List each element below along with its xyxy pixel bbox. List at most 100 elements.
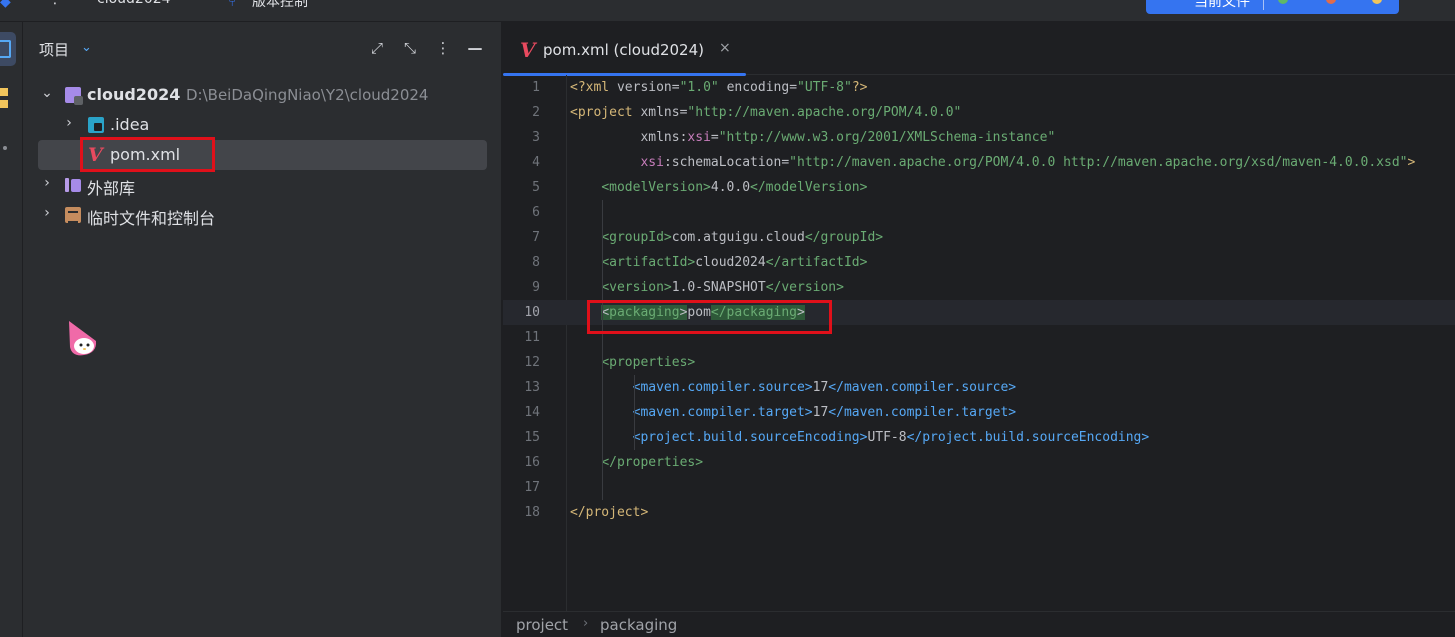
code-token: <maven.compiler.target> <box>632 405 813 420</box>
tree-item-idea[interactable]: › .idea <box>23 110 502 140</box>
code-line[interactable]: 8 <artifactId>cloud2024</artifactId> <box>503 250 1455 275</box>
tab-pom-xml[interactable]: V pom.xml (cloud2024) × <box>503 22 746 76</box>
code-token: 4.0.0 <box>710 180 751 195</box>
code-line[interactable]: 16 </properties> <box>503 450 1455 475</box>
main-toolbar: ◆ ⋮ cloud2024 ⑂ 版本控制 当前文件 <box>0 0 1455 22</box>
code-token: cloud2024 <box>695 255 766 270</box>
structure-tool-icon[interactable] <box>0 88 8 96</box>
more-tools-icon[interactable] <box>3 146 7 150</box>
code-text: xsi:schemaLocation="http://maven.apache.… <box>570 150 1415 175</box>
line-number[interactable]: 13 <box>503 375 540 400</box>
branch-icon: ⑂ <box>228 0 237 10</box>
tree-item-label: .idea <box>110 115 150 134</box>
collapse-all-icon[interactable]: ⤡ <box>400 37 420 59</box>
project-panel-title[interactable]: 项目 <box>39 39 69 60</box>
code-line[interactable]: 14 <maven.compiler.target>17</maven.comp… <box>503 400 1455 425</box>
chevron-right-icon[interactable]: › <box>62 115 76 131</box>
line-number[interactable]: 1 <box>503 75 540 100</box>
chevron-right-icon[interactable]: › <box>40 205 54 221</box>
project-tool-icon[interactable] <box>0 32 16 66</box>
code-token: <? <box>570 80 586 95</box>
tree-item-external-libraries[interactable]: › 外部库 <box>23 170 502 200</box>
project-switcher[interactable]: cloud2024 <box>97 0 171 7</box>
options-icon[interactable]: ⋮ <box>433 37 453 59</box>
code-token: ?> <box>851 80 868 95</box>
hide-icon[interactable]: — <box>465 37 485 59</box>
code-text: <maven.compiler.source>17</maven.compile… <box>570 375 1017 400</box>
code-token: "http://www.w3.org/2001/XMLSchema-instan… <box>718 130 1056 145</box>
code-token: > <box>1407 155 1416 170</box>
editor-tab-bar: V pom.xml (cloud2024) × <box>503 22 1455 76</box>
code-line[interactable]: 9 <version>1.0-SNAPSHOT</version> <box>503 275 1455 300</box>
code-token: schemaLocation <box>671 155 782 170</box>
code-token: </project> <box>570 505 649 520</box>
code-text: <project xmlns="http://maven.apache.org/… <box>570 100 961 125</box>
code-line[interactable]: 7 <groupId>com.atguigu.cloud</groupId> <box>503 225 1455 250</box>
toolbar-more-icon[interactable]: ⋮ <box>48 0 62 7</box>
code-line[interactable]: 4 xsi:schemaLocation="http://maven.apach… <box>503 150 1455 175</box>
code-line[interactable]: 17 <box>503 475 1455 500</box>
code-text: <properties> <box>570 350 695 375</box>
line-number[interactable]: 8 <box>503 250 540 275</box>
code-token: encoding <box>726 80 790 95</box>
line-number[interactable]: 16 <box>503 450 540 475</box>
tree-item-path: D:\BeiDaQingNiao\Y2\cloud2024 <box>186 86 429 104</box>
line-number[interactable]: 2 <box>503 100 540 125</box>
vcs-widget[interactable]: 版本控制 <box>252 0 308 11</box>
line-number[interactable]: 11 <box>503 325 540 350</box>
code-line[interactable]: 2 <project xmlns="http://maven.apache.org… <box>503 100 1455 125</box>
chevron-down-icon[interactable]: ⌄ <box>40 85 54 101</box>
line-number[interactable]: 18 <box>503 500 540 525</box>
scratch-icon <box>65 207 81 223</box>
code-line[interactable]: 12 <properties> <box>503 350 1455 375</box>
line-number[interactable]: 4 <box>503 150 540 175</box>
chevron-down-icon[interactable]: ⌄ <box>81 40 92 55</box>
more-icon[interactable] <box>1372 0 1382 4</box>
line-number[interactable]: 7 <box>503 225 540 250</box>
code-token: : <box>663 155 672 170</box>
code-line[interactable]: 6 <box>503 200 1455 225</box>
toolbar-separator <box>1263 0 1264 10</box>
code-token: = <box>789 80 798 95</box>
debug-icon[interactable] <box>1326 0 1336 4</box>
code-line[interactable]: 3 xmlns:xsi="http://www.w3.org/2001/XMLS… <box>503 125 1455 150</box>
code-token: <project.build.sourceEncoding> <box>632 430 868 445</box>
breadcrumb-project[interactable]: project <box>516 616 568 634</box>
code-token: xsi <box>687 130 711 145</box>
close-icon[interactable]: × <box>719 40 731 56</box>
chevron-right-icon[interactable]: › <box>40 175 54 191</box>
line-number[interactable]: 6 <box>503 200 540 225</box>
tree-item-scratches[interactable]: › 临时文件和控制台 <box>23 200 502 230</box>
line-number[interactable]: 3 <box>503 125 540 150</box>
breadcrumb-packaging[interactable]: packaging <box>600 616 677 634</box>
run-icon[interactable] <box>1278 0 1288 4</box>
code-line[interactable]: 18 </project> <box>503 500 1455 525</box>
code-token: <modelVersion> <box>601 180 711 195</box>
line-number[interactable]: 10 <box>503 300 540 325</box>
expand-all-icon[interactable]: ⤢ <box>367 37 387 59</box>
line-number[interactable]: 12 <box>503 350 540 375</box>
line-number[interactable]: 5 <box>503 175 540 200</box>
pet-sprite-icon <box>69 321 97 356</box>
app-icon[interactable]: ◆ <box>0 0 11 10</box>
code-line[interactable]: 5 <modelVersion>4.0.0</modelVersion> <box>503 175 1455 200</box>
line-number[interactable]: 17 <box>503 475 540 500</box>
code-line[interactable]: 15 <project.build.sourceEncoding>UTF-8</… <box>503 425 1455 450</box>
run-config-button[interactable]: 当前文件 <box>1146 0 1399 14</box>
line-number[interactable]: 15 <box>503 425 540 450</box>
code-editor[interactable]: 1 <?xml version="1.0" encoding="UTF-8"?> 2… <box>503 75 1455 611</box>
structure-tool-icon-lower[interactable] <box>0 100 8 108</box>
code-token: <project <box>570 105 641 120</box>
line-number[interactable]: 14 <box>503 400 540 425</box>
code-token: </project.build.sourceEncoding> <box>906 430 1150 445</box>
tree-item-cloud2024[interactable]: ⌄ cloud2024 D:\BeiDaQingNiao\Y2\cloud202… <box>23 80 502 110</box>
line-number[interactable]: 9 <box>503 275 540 300</box>
code-line[interactable]: 13 <maven.compiler.source>17</maven.comp… <box>503 375 1455 400</box>
code-line[interactable]: 1 <?xml version="1.0" encoding="UTF-8"?> <box>503 75 1455 100</box>
project-panel-header: 项目 ⌄ ⤢ ⤡ ⋮ — <box>23 22 502 76</box>
